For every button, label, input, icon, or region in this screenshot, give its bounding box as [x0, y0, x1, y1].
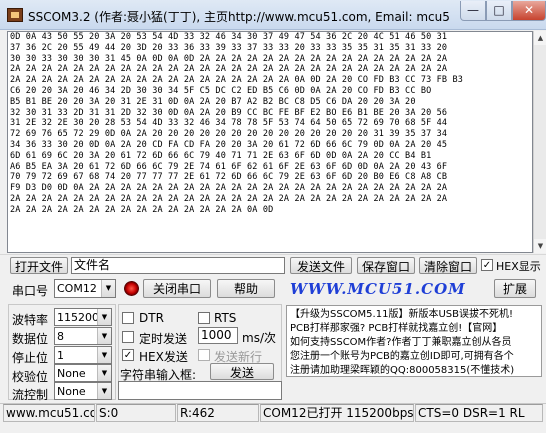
receive-line: 32 30 31 33 2D 31 31 2D 32 30 0D 0A 2A 2…: [10, 107, 448, 118]
hex-display-checkbox[interactable]: ✓: [481, 259, 493, 271]
rts-label: RTS: [214, 311, 237, 325]
receive-line: 34 36 33 30 20 0D 0A 2A 20 CD FA CD FA 2…: [10, 139, 448, 150]
databits-label: 数据位: [12, 332, 49, 346]
receive-line: 31 2E 32 2E 30 20 28 53 54 4D 33 32 46 3…: [10, 118, 448, 129]
dtr-checkbox[interactable]: [122, 312, 134, 324]
stopbits-select[interactable]: 1 ▼: [54, 346, 112, 364]
scroll-down-icon[interactable]: ▼: [534, 239, 546, 253]
status-received-count: R:462: [177, 404, 259, 422]
chevron-down-icon: ▼: [97, 347, 111, 363]
parity-select[interactable]: None ▼: [54, 364, 112, 382]
parity-select-value: None: [57, 367, 86, 380]
hex-send-label: HEX发送: [139, 350, 188, 364]
minimize-button[interactable]: —: [460, 1, 486, 21]
window-title: SSCOM3.2 (作者:聂小猛(丁丁), 主页http://www.mcu51…: [28, 10, 450, 24]
timed-send-checkbox[interactable]: [122, 331, 134, 343]
info-line: 注册请加助理梁晖颖的QQ:800058315(不懂技术): [290, 365, 515, 376]
databits-select-value: 8: [57, 330, 64, 343]
baud-select-value: 115200: [57, 311, 99, 324]
chevron-down-icon: ▼: [97, 383, 111, 399]
status-signals: CTS=0 DSR=1 RL: [415, 404, 543, 422]
hex-send-checkbox[interactable]: ✓: [122, 349, 134, 361]
receive-scrollbar[interactable]: ▲ ▼: [533, 31, 546, 253]
info-line: 您注册一个账号为PCB的嘉立创ID即可,可拥有各个: [290, 351, 514, 362]
filename-input[interactable]: 文件名: [71, 257, 285, 274]
receive-line: 6D 61 69 6C 20 3A 20 61 72 6D 66 6C 79 4…: [10, 150, 432, 161]
hex-display-label: HEX显示: [496, 260, 541, 273]
flow-label: 流控制: [12, 388, 49, 402]
chevron-down-icon: ▼: [97, 365, 111, 381]
port-label: 串口号: [12, 284, 49, 298]
receive-line: B5 B1 BE 20 20 3A 20 31 2E 31 0D 0A 2A 2…: [10, 96, 416, 107]
divider: [0, 254, 546, 255]
chevron-down-icon: ▼: [97, 328, 111, 344]
interval-unit: ms/次: [242, 331, 276, 345]
receive-line: 37 36 2C 20 55 49 44 20 3D 20 33 36 33 3…: [10, 42, 448, 53]
baud-select[interactable]: 115200 ▼: [54, 308, 112, 326]
rts-checkbox[interactable]: [198, 312, 210, 324]
send-button[interactable]: 发送: [210, 363, 274, 380]
stopbits-select-value: 1: [57, 349, 64, 362]
info-line: PCB打样那家强? PCB打样就找嘉立创!【官网】: [290, 323, 503, 334]
help-button[interactable]: 帮助: [217, 279, 275, 298]
send-newline-checkbox[interactable]: [198, 349, 210, 361]
app-icon: [7, 8, 23, 22]
interval-input[interactable]: 1000: [198, 327, 238, 344]
clear-window-button[interactable]: 清除窗口: [419, 257, 477, 274]
port-select-value: COM12: [57, 282, 97, 295]
chevron-down-icon: ▼: [97, 309, 111, 325]
receive-line: 72 69 76 65 72 29 0D 0A 2A 20 20 20 20 2…: [10, 129, 448, 140]
receive-line: 2A 2A 2A 2A 2A 2A 2A 2A 2A 2A 2A 2A 2A 2…: [10, 75, 463, 86]
dtr-label: DTR: [139, 311, 164, 325]
parity-label: 校验位: [12, 370, 49, 384]
receive-text-area[interactable]: 0D 0A 43 50 55 20 3A 20 53 54 4D 33 32 4…: [7, 31, 533, 253]
databits-select[interactable]: 8 ▼: [54, 327, 112, 345]
status-sent-count: S:0: [96, 404, 176, 422]
info-message-box: 【升级为SSCOM5.11版】新版本USB误拔不死机! PCB打样那家强? PCB…: [286, 305, 542, 377]
close-button[interactable]: ✕: [512, 1, 546, 21]
receive-line: A6 B5 EA 3A 20 61 72 6D 66 6C 79 2E 74 6…: [10, 161, 448, 172]
baud-label: 波特率: [12, 313, 49, 327]
send-file-button[interactable]: 发送文件: [290, 257, 352, 274]
port-select[interactable]: COM12 ▼: [54, 279, 116, 298]
timed-send-label: 定时发送: [139, 332, 188, 346]
save-window-button[interactable]: 保存窗口: [357, 257, 415, 274]
receive-line: 2A 2A 2A 2A 2A 2A 2A 2A 2A 2A 2A 2A 2A 2…: [10, 204, 274, 215]
expand-button[interactable]: 扩展: [494, 279, 536, 298]
port-status-led-icon: [124, 281, 139, 296]
receive-line: 2A 2A 2A 2A 2A 2A 2A 2A 2A 2A 2A 2A 2A 2…: [10, 193, 448, 204]
flow-select[interactable]: None ▼: [54, 382, 112, 400]
receive-line: 2A 2A 2A 2A 2A 2A 2A 2A 2A 2A 2A 2A 2A 2…: [10, 64, 448, 75]
info-line: 如何支持SSCOM作者?作者丁丁兼职嘉立创从各员: [290, 337, 512, 348]
string-input[interactable]: [118, 381, 282, 400]
receive-line: 70 79 72 69 67 68 74 20 77 77 77 2E 61 7…: [10, 172, 448, 183]
stopbits-label: 停止位: [12, 351, 49, 365]
website-logo[interactable]: WWW.MCU51.COM: [290, 280, 466, 298]
receive-line: 30 30 33 30 30 30 31 45 0A 0D 0A 0D 2A 2…: [10, 53, 448, 64]
receive-line: F9 D3 D0 0D 0A 2A 2A 2A 2A 2A 2A 2A 2A 2…: [10, 183, 448, 194]
receive-line: C6 20 20 3A 20 46 34 2D 30 30 34 5F C5 D…: [10, 85, 432, 96]
maximize-button[interactable]: □: [486, 1, 512, 21]
open-file-button[interactable]: 打开文件: [10, 257, 68, 274]
status-port-state: COM12已打开 115200bps: [260, 404, 414, 422]
close-port-button[interactable]: 关闭串口: [143, 279, 211, 298]
status-website[interactable]: www.mcu51.cor: [3, 404, 95, 422]
chevron-down-icon: ▼: [101, 280, 115, 297]
receive-line: 0D 0A 43 50 55 20 3A 20 53 54 4D 33 32 4…: [10, 32, 448, 42]
scroll-up-icon[interactable]: ▲: [534, 31, 546, 45]
flow-select-value: None: [57, 385, 86, 398]
info-line: 【升级为SSCOM5.11版】新版本USB误拔不死机!: [290, 309, 513, 320]
